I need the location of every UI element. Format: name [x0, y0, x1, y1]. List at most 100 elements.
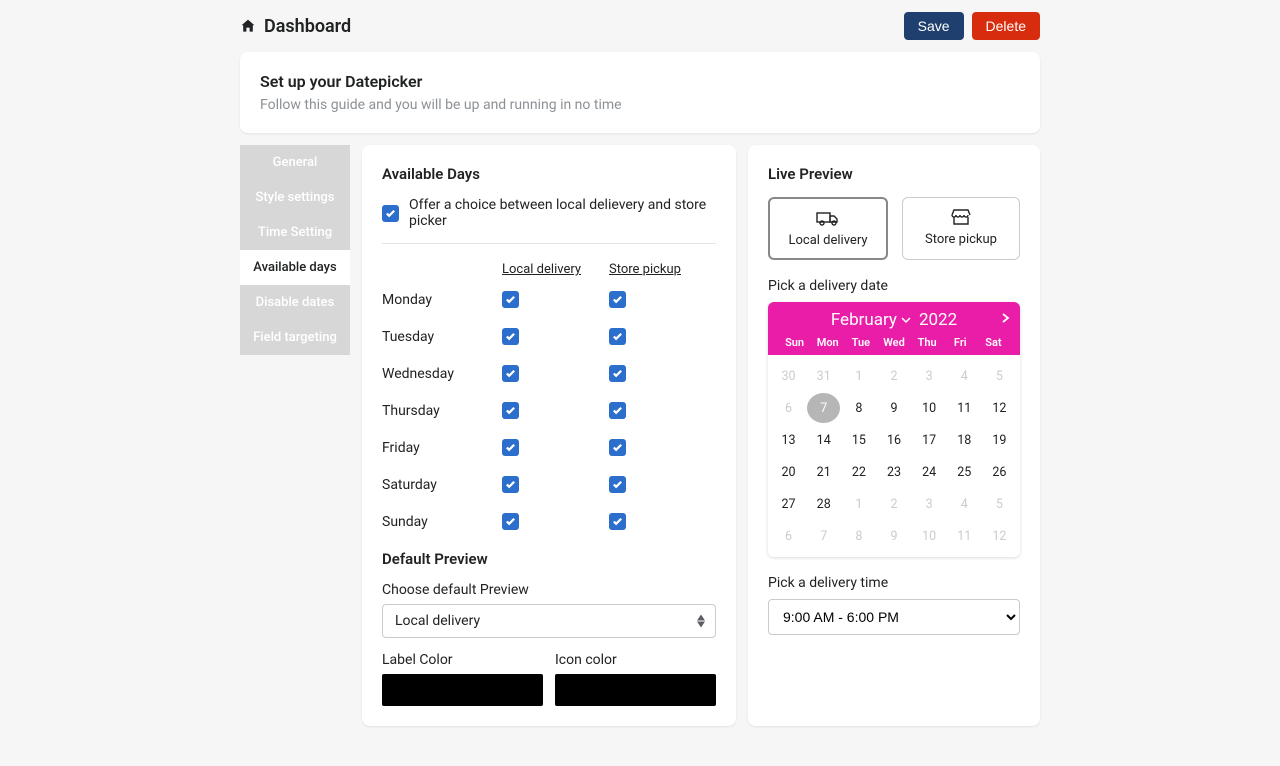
column-local-delivery: Local delivery — [502, 262, 609, 277]
store-pickup-checkbox-thursday[interactable] — [609, 402, 626, 419]
tab-available-days[interactable]: Available days — [240, 250, 350, 285]
calendar-day: 2 — [877, 489, 910, 519]
calendar-dow: Sat — [977, 336, 1010, 349]
store-pickup-checkbox-sunday[interactable] — [609, 513, 626, 530]
select-arrows-icon — [697, 615, 705, 628]
calendar-day[interactable]: 21 — [807, 457, 840, 487]
calendar-day: 6 — [772, 521, 805, 551]
default-preview-title: Default Preview — [382, 550, 716, 568]
calendar-day[interactable]: 13 — [772, 425, 805, 455]
calendar-day[interactable]: 28 — [807, 489, 840, 519]
local-delivery-checkbox-wednesday[interactable] — [502, 365, 519, 382]
store-pickup-checkbox-saturday[interactable] — [609, 476, 626, 493]
calendar-day[interactable]: 22 — [842, 457, 875, 487]
chevron-right-icon — [1000, 312, 1010, 324]
calendar-day: 1 — [842, 489, 875, 519]
calendar-day: 5 — [983, 361, 1016, 391]
store-pickup-checkbox-tuesday[interactable] — [609, 328, 626, 345]
calendar-day[interactable]: 20 — [772, 457, 805, 487]
calendar-day[interactable]: 9 — [877, 393, 910, 423]
delete-button[interactable]: Delete — [972, 12, 1040, 40]
store-pickup-checkbox-monday[interactable] — [609, 291, 626, 308]
calendar-dow: Wed — [877, 336, 910, 349]
label-color-label: Label Color — [382, 652, 543, 668]
calendar-year-select[interactable]: 2022 — [919, 310, 957, 330]
calendar-day[interactable]: 11 — [948, 393, 981, 423]
calendar-day[interactable]: 25 — [948, 457, 981, 487]
store-pickup-checkbox-wednesday[interactable] — [609, 365, 626, 382]
available-days-title: Available Days — [382, 165, 716, 183]
calendar-day: 2 — [877, 361, 910, 391]
delivery-time-select[interactable]: 9:00 AM - 6:00 PM — [768, 599, 1020, 635]
chevron-down-icon — [901, 316, 911, 324]
calendar-day: 8 — [842, 521, 875, 551]
local-delivery-label: Local delivery — [788, 233, 867, 248]
calendar-day[interactable]: 27 — [772, 489, 805, 519]
column-store-pickup: Store pickup — [609, 262, 716, 277]
calendar-day[interactable]: 8 — [842, 393, 875, 423]
calendar-day[interactable]: 14 — [807, 425, 840, 455]
live-preview-title: Live Preview — [768, 165, 1020, 183]
calendar-day[interactable]: 17 — [913, 425, 946, 455]
calendar-month-select[interactable]: February — [831, 310, 911, 330]
offer-choice-checkbox[interactable] — [382, 205, 399, 222]
calendar-day[interactable]: 18 — [948, 425, 981, 455]
tab-time-setting[interactable]: Time Setting — [240, 215, 350, 250]
calendar-dow: Thu — [911, 336, 944, 349]
calendar-day: 4 — [948, 489, 981, 519]
tab-disable-dates[interactable]: Disable dates — [240, 285, 350, 320]
calendar-day[interactable]: 24 — [913, 457, 946, 487]
day-label: Monday — [382, 292, 502, 308]
calendar-day: 12 — [983, 521, 1016, 551]
calendar-dow: Sun — [778, 336, 811, 349]
save-button[interactable]: Save — [904, 12, 964, 40]
day-label: Tuesday — [382, 329, 502, 345]
calendar-day[interactable]: 15 — [842, 425, 875, 455]
calendar-day: 10 — [913, 521, 946, 551]
local-delivery-checkbox-thursday[interactable] — [502, 402, 519, 419]
local-delivery-checkbox-monday[interactable] — [502, 291, 519, 308]
calendar-day[interactable]: 16 — [877, 425, 910, 455]
calendar-day[interactable]: 12 — [983, 393, 1016, 423]
local-delivery-checkbox-friday[interactable] — [502, 439, 519, 456]
default-preview-select[interactable]: Local delivery — [382, 604, 716, 638]
truck-icon — [816, 209, 840, 227]
offer-choice-label: Offer a choice between local delievery a… — [409, 197, 716, 229]
home-icon — [240, 18, 256, 34]
local-delivery-checkbox-saturday[interactable] — [502, 476, 519, 493]
local-delivery-checkbox-sunday[interactable] — [502, 513, 519, 530]
calendar-day[interactable]: 10 — [913, 393, 946, 423]
day-label: Thursday — [382, 403, 502, 419]
calendar-day: 3 — [913, 489, 946, 519]
icon-color-picker[interactable] — [555, 674, 716, 706]
local-delivery-option[interactable]: Local delivery — [768, 197, 888, 260]
store-pickup-label: Store pickup — [925, 232, 997, 247]
calendar-day[interactable]: 19 — [983, 425, 1016, 455]
calendar-dow: Mon — [811, 336, 844, 349]
calendar-day: 11 — [948, 521, 981, 551]
store-pickup-checkbox-friday[interactable] — [609, 439, 626, 456]
calendar-day: 7 — [807, 521, 840, 551]
label-color-picker[interactable] — [382, 674, 543, 706]
icon-color-label: Icon color — [555, 652, 716, 668]
tab-general[interactable]: General — [240, 145, 350, 180]
local-delivery-checkbox-tuesday[interactable] — [502, 328, 519, 345]
calendar-day[interactable]: 7 — [807, 393, 840, 423]
store-icon — [949, 208, 973, 226]
calendar-dow: Tue — [844, 336, 877, 349]
page-title: Dashboard — [264, 16, 351, 37]
calendar-day: 1 — [842, 361, 875, 391]
calendar-day[interactable]: 26 — [983, 457, 1016, 487]
pick-date-label: Pick a delivery date — [768, 278, 1020, 294]
store-pickup-option[interactable]: Store pickup — [902, 197, 1020, 260]
tab-style-settings[interactable]: Style settings — [240, 180, 350, 215]
calendar-day: 5 — [983, 489, 1016, 519]
tab-field-targeting[interactable]: Field targeting — [240, 320, 350, 355]
calendar-day: 9 — [877, 521, 910, 551]
day-label: Friday — [382, 440, 502, 456]
default-preview-value: Local delivery — [395, 613, 480, 629]
day-label: Saturday — [382, 477, 502, 493]
calendar-day[interactable]: 23 — [877, 457, 910, 487]
calendar-next-button[interactable] — [1000, 312, 1010, 328]
calendar: February 2022 SunMonTueWedThuFriSat 3031… — [768, 302, 1020, 557]
